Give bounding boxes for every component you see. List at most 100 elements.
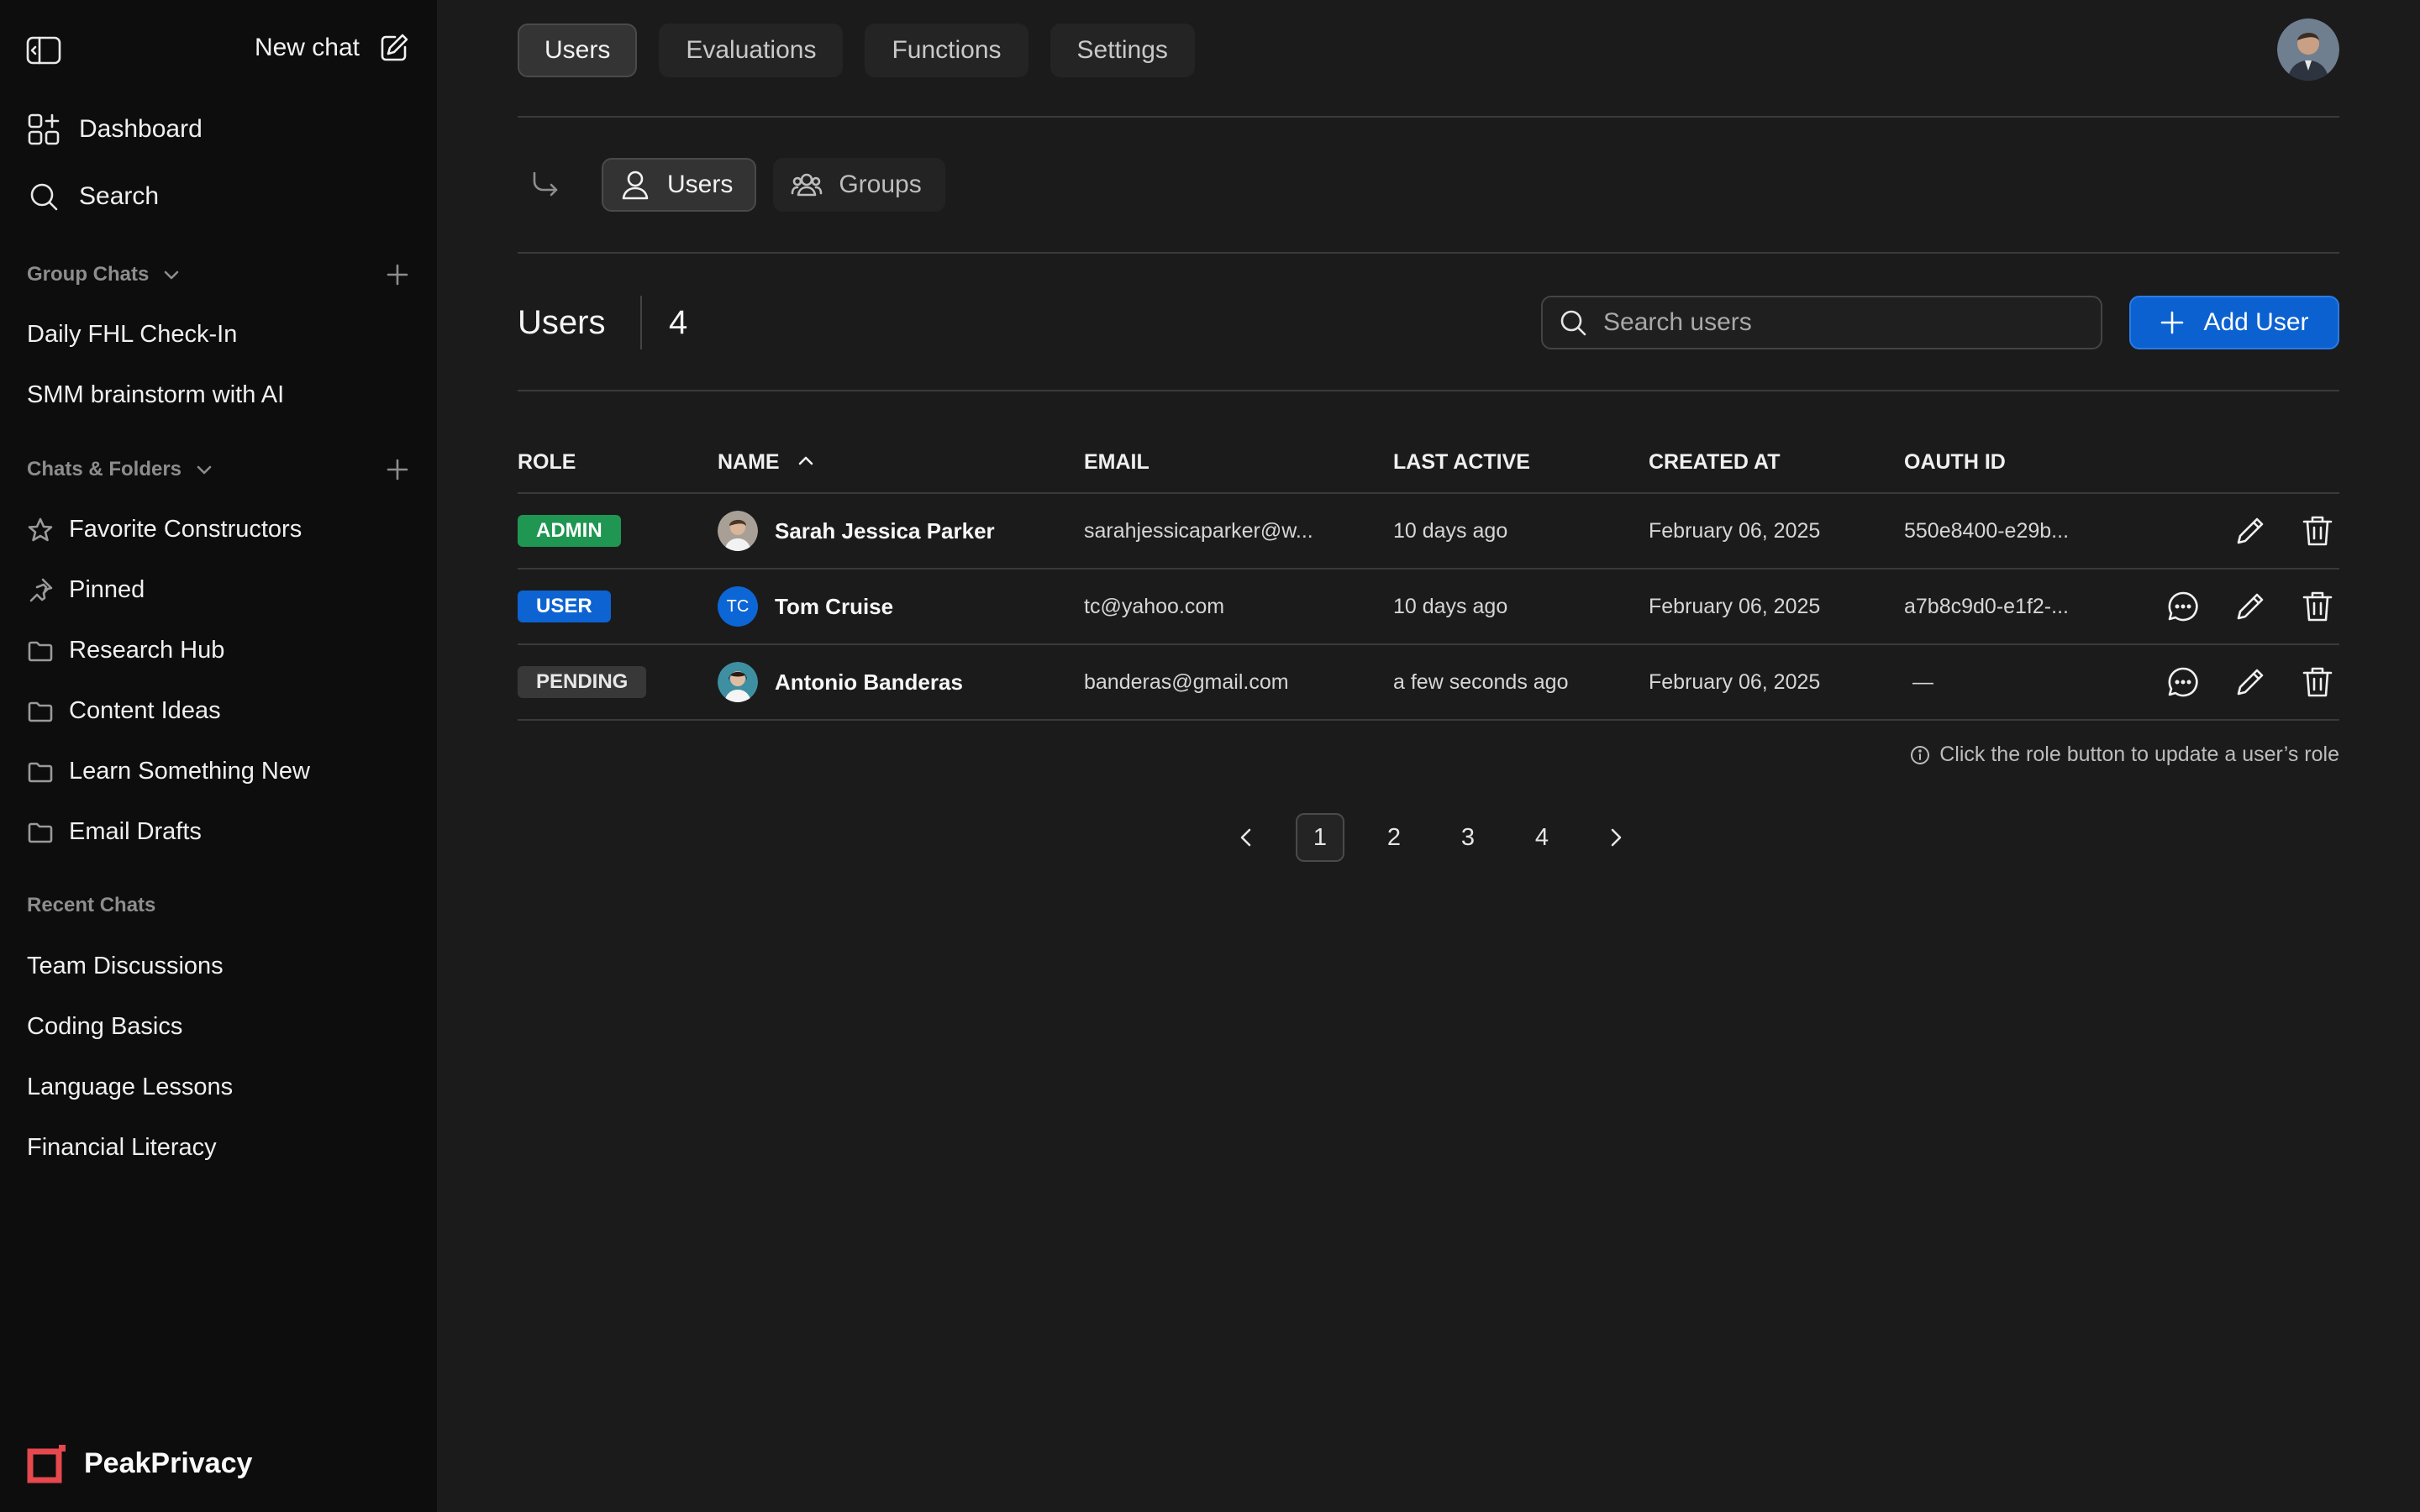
table-row: ADMIN Sarah Jessica Parker sarahjessicap… [518, 492, 2339, 568]
user-avatar[interactable] [2277, 18, 2339, 81]
user-email: tc@yahoo.com [1084, 594, 1225, 618]
page-button[interactable]: 3 [1444, 813, 1492, 862]
page-button[interactable]: 2 [1370, 813, 1418, 862]
divider [518, 390, 2339, 391]
user-email: sarahjessicaparker@w... [1084, 518, 1313, 543]
sidebar-item-favorite-constructors[interactable]: Favorite Constructors [27, 516, 302, 543]
search-icon [1558, 307, 1588, 338]
section-title: Chats & Folders [27, 458, 182, 480]
last-active: 10 days ago [1393, 518, 1508, 543]
oauth-id: a7b8c9d0-e1f2-... [1904, 594, 2069, 618]
user-name[interactable]: Tom Cruise [775, 594, 893, 620]
created-at: February 06, 2025 [1649, 669, 1821, 694]
sidebar-item-label: Email Drafts [69, 818, 202, 845]
recent-chat-item[interactable]: Team Discussions [27, 953, 224, 980]
sort-ascending-icon[interactable] [795, 450, 817, 472]
search-input[interactable] [1603, 308, 2074, 337]
sidebar-item-search[interactable]: Search [27, 180, 159, 213]
sidebar-item-email-drafts[interactable]: Email Drafts [27, 818, 202, 846]
edit-icon[interactable] [2232, 588, 2269, 625]
sidebar-item-label: Content Ideas [69, 697, 221, 724]
edit-icon[interactable] [2232, 664, 2269, 701]
last-active: a few seconds ago [1393, 669, 1569, 694]
column-header-email[interactable]: EMAIL [1084, 450, 1150, 475]
user-icon [618, 168, 652, 202]
sidebar-item-label: Dashboard [79, 115, 203, 143]
users-header: Users 4 Add User [518, 296, 2339, 349]
user-name[interactable]: Sarah Jessica Parker [775, 518, 995, 544]
group-chat-item[interactable]: SMM brainstorm with AI [27, 381, 284, 409]
corner-arrow-icon [526, 166, 563, 203]
column-header-created-at[interactable]: CREATED AT [1649, 450, 1780, 475]
folder-icon [27, 638, 54, 664]
role-badge-pending[interactable]: PENDING [518, 666, 647, 698]
prev-page-icon[interactable] [1222, 813, 1270, 862]
avatar [718, 662, 758, 702]
tab-evaluations[interactable]: Evaluations [659, 24, 844, 77]
role-badge-user[interactable]: USER [518, 591, 611, 622]
add-group-chat-icon[interactable] [385, 262, 410, 287]
tab-users[interactable]: Users [518, 24, 638, 77]
created-at: February 06, 2025 [1649, 518, 1821, 543]
search-users-field[interactable] [1541, 296, 2102, 349]
user-name[interactable]: Antonio Banderas [775, 669, 963, 696]
column-header-last-active[interactable]: LAST ACTIVE [1393, 450, 1530, 475]
sidebar-item-pinned[interactable]: Pinned [27, 576, 145, 604]
sidebar: New chat Dashboard Search Group Chats Da… [0, 0, 437, 1512]
last-active: 10 days ago [1393, 594, 1508, 618]
chat-bubble-icon[interactable] [2165, 664, 2202, 701]
avatar [718, 511, 758, 551]
column-header-name[interactable]: NAME [718, 450, 780, 475]
edit-icon[interactable] [2232, 512, 2269, 549]
trash-icon[interactable] [2299, 512, 2336, 549]
tab-settings[interactable]: Settings [1050, 24, 1195, 77]
recent-chat-item[interactable]: Language Lessons [27, 1074, 233, 1101]
folder-icon [27, 759, 54, 785]
page-button[interactable]: 1 [1296, 813, 1344, 862]
column-header-oauth-id[interactable]: OAUTH ID [1904, 450, 2006, 475]
page-title: Users [518, 304, 606, 341]
avatar-initials: TC [718, 586, 758, 627]
sidebar-item-content-ideas[interactable]: Content Ideas [27, 697, 221, 725]
section-title: Group Chats [27, 263, 150, 286]
page-button[interactable]: 4 [1518, 813, 1566, 862]
subtab-groups[interactable]: Groups [773, 158, 945, 212]
chevron-down-icon [160, 264, 182, 286]
recent-chats-section-header: Recent Chats [27, 894, 410, 917]
plus-icon [2160, 310, 2185, 335]
trash-icon[interactable] [2299, 588, 2336, 625]
compose-icon [378, 32, 410, 64]
add-user-button[interactable]: Add User [2129, 296, 2339, 349]
brand: PeakPrivacy [27, 1443, 252, 1483]
chats-folders-section-header[interactable]: Chats & Folders [27, 457, 410, 482]
new-chat-button[interactable]: New chat [255, 32, 410, 64]
peakprivacy-logo-icon [27, 1443, 66, 1483]
column-header-role[interactable]: ROLE [518, 450, 576, 475]
sidebar-toggle-icon[interactable] [25, 35, 62, 66]
divider [518, 252, 2339, 254]
divider [640, 296, 642, 349]
sidebar-item-dashboard[interactable]: Dashboard [27, 113, 203, 146]
recent-chat-item[interactable]: Coding Basics [27, 1013, 182, 1041]
chat-bubble-icon[interactable] [2165, 588, 2202, 625]
add-folder-icon[interactable] [385, 457, 410, 482]
recent-chat-item[interactable]: Financial Literacy [27, 1134, 217, 1162]
group-chats-section-header[interactable]: Group Chats [27, 262, 410, 287]
dashboard-icon [27, 113, 60, 146]
subtab-label: Users [667, 171, 734, 198]
role-badge-admin[interactable]: ADMIN [518, 515, 621, 547]
sidebar-item-learn-something-new[interactable]: Learn Something New [27, 758, 310, 785]
sidebar-item-research-hub[interactable]: Research Hub [27, 637, 224, 664]
section-title: Recent Chats [27, 894, 156, 916]
next-page-icon[interactable] [1591, 813, 1640, 862]
trash-icon[interactable] [2299, 664, 2336, 701]
tab-functions[interactable]: Functions [865, 24, 1028, 77]
folder-icon [27, 698, 54, 725]
subtab-users[interactable]: Users [602, 158, 757, 212]
divider [518, 116, 2339, 118]
hint-text: Click the role button to update a user’s… [1939, 743, 2339, 766]
user-count: 4 [669, 304, 688, 341]
group-chat-item[interactable]: Daily FHL Check-In [27, 321, 237, 349]
pagination: 1 2 3 4 [1222, 813, 1665, 862]
table-row: PENDING Antonio Banderas banderas@gmail.… [518, 643, 2339, 719]
